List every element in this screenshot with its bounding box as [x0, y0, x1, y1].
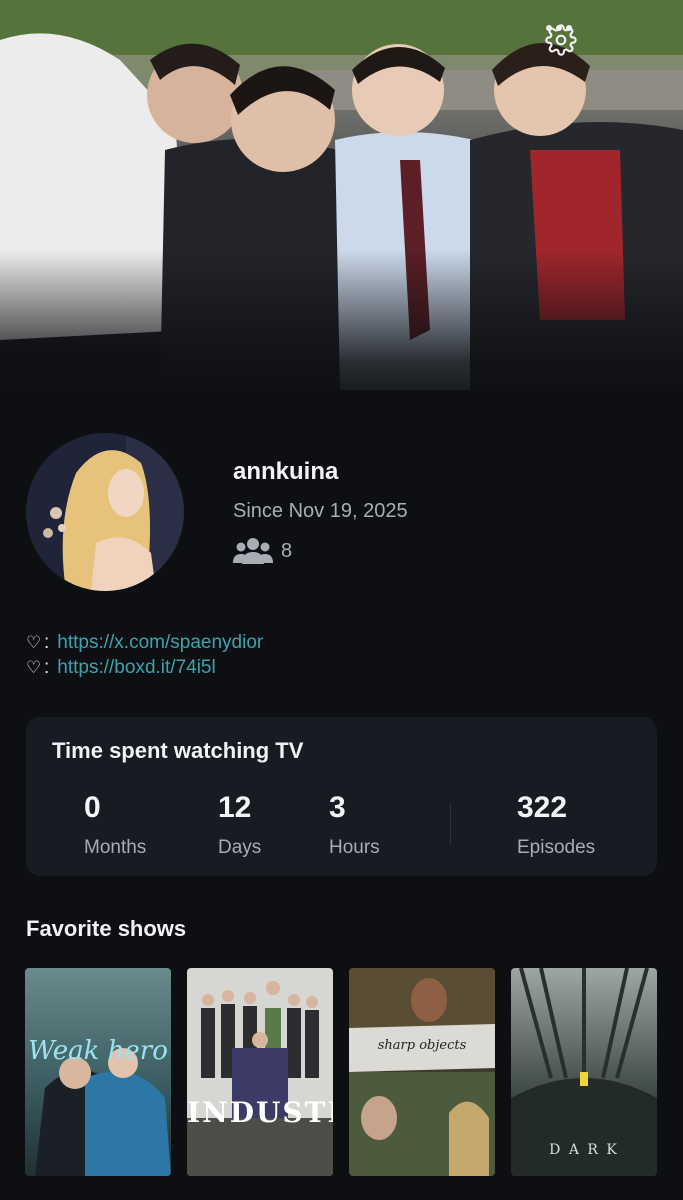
favorites-title: Favorite shows [26, 916, 187, 941]
stat-value: 3 [329, 791, 346, 824]
show-poster-dark[interactable]: D A R K [511, 968, 657, 1176]
link-separator: : [44, 657, 50, 678]
users-icon [233, 538, 273, 564]
stat-unit: Days [218, 837, 262, 858]
poster-title: INDUSTRY [187, 1096, 333, 1129]
link-separator: : [44, 632, 50, 653]
stats-divider [450, 803, 451, 845]
stat-value: 12 [218, 791, 252, 824]
stat-unit: Episodes [517, 837, 596, 858]
show-poster-industry[interactable]: INDUSTRY [187, 968, 333, 1176]
profile-banner-image [0, 0, 683, 410]
stat-episodes: 322 Episodes [517, 791, 595, 859]
stats-title: Time spent watching TV [52, 738, 304, 763]
heart-outline-icon: ♡ [26, 658, 42, 677]
stat-hours: 3 Hours [329, 791, 380, 859]
heart-outline-icon: ♡ [26, 633, 42, 652]
show-poster-sharp-objects[interactable]: sharp objects [349, 968, 495, 1176]
stat-months: 0 Months [84, 791, 146, 859]
username: annkuina [233, 458, 339, 485]
bio-link-row: ♡ : https://x.com/spaenydior [26, 630, 263, 655]
time-stats-card: Time spent watching TV 0 Months 12 Days … [26, 717, 657, 876]
stat-unit: Months [84, 837, 147, 858]
followers-count: 8 [281, 539, 293, 562]
stat-days: 12 Days [218, 791, 261, 859]
bio-links: ♡ : https://x.com/spaenydior ♡ : https:/… [26, 630, 263, 680]
avatar[interactable] [26, 433, 184, 591]
poster-title: D A R K [549, 1142, 619, 1158]
bio-link-row: ♡ : https://boxd.it/74i5l [26, 655, 263, 680]
favorites-list: Weak hero INDUSTRY [25, 968, 657, 1176]
stat-value: 322 [517, 791, 568, 824]
poster-title: sharp objects [377, 1038, 467, 1053]
stat-value: 0 [84, 791, 101, 824]
stat-unit: Hours [329, 837, 380, 858]
followers[interactable]: 8 [233, 536, 292, 566]
bio-link-x[interactable]: https://x.com/spaenydior [57, 630, 263, 655]
poster-title: Weak hero [28, 1036, 168, 1066]
show-poster-weak-hero[interactable]: Weak hero [25, 968, 171, 1176]
member-since: Since Nov 19, 2025 [233, 500, 408, 522]
bio-link-boxd[interactable]: https://boxd.it/74i5l [57, 655, 215, 680]
more-dots-icon[interactable] [546, 24, 659, 58]
